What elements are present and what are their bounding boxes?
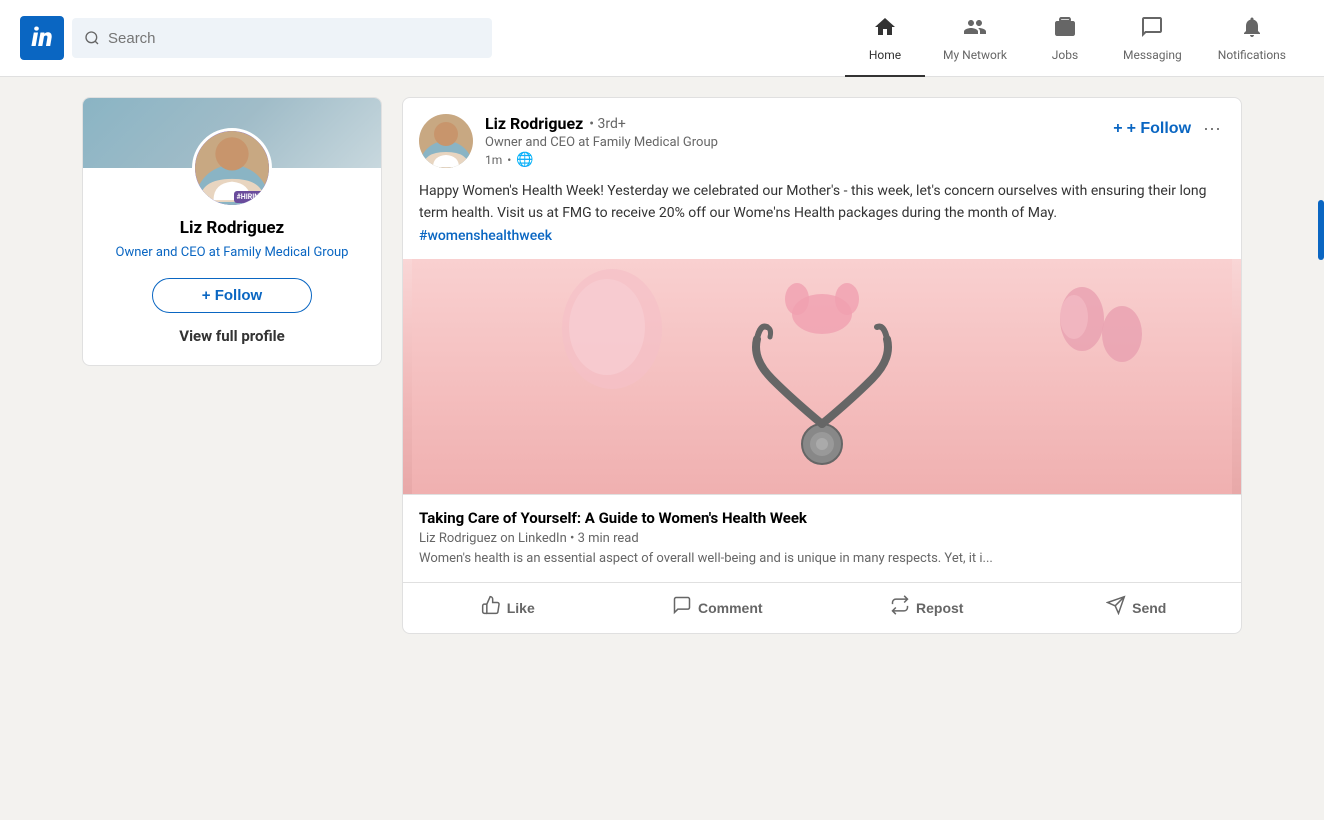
post-card: Liz Rodriguez • 3rd+ Owner and CEO at Fa… [402,97,1242,634]
hiring-badge: #HIRING [234,191,267,203]
profile-avatar-wrapper: #HIRING [83,128,381,208]
visibility-icon: 🌐 [516,152,533,168]
sidebar: #HIRING Liz Rodriguez Owner and CEO at F… [82,97,382,634]
post-time-row: 1m • 🌐 [485,152,1101,168]
like-icon [481,595,501,621]
nav-notifications-label: Notifications [1218,48,1286,62]
nav-item-home[interactable]: Home [845,0,925,77]
post-name-row: Liz Rodriguez • 3rd+ [485,114,1101,133]
nav-messaging-label: Messaging [1123,48,1182,62]
profile-name: Liz Rodriguez [83,218,381,238]
send-icon [1106,595,1126,621]
like-button[interactable]: Like [403,583,613,633]
article-preview[interactable]: Taking Care of Yourself: A Guide to Wome… [403,494,1241,582]
article-meta: Liz Rodriguez on LinkedIn • 3 min read [419,531,1225,546]
article-title: Taking Care of Yourself: A Guide to Wome… [419,509,1225,527]
post-author-avatar[interactable] [419,114,473,168]
post-follow-button[interactable]: + + Follow [1113,120,1191,138]
repost-icon [890,595,910,621]
nav-item-network[interactable]: My Network [925,0,1025,77]
follow-plus-icon: + [1113,120,1122,138]
post-body: Happy Women's Health Week! Yesterday we … [403,180,1241,259]
post-author-degree: • 3rd+ [589,116,626,132]
nav-network-label: My Network [943,48,1007,62]
post-text: Happy Women's Health Week! Yesterday we … [419,180,1225,247]
post-time: 1m [485,153,502,167]
comment-icon [672,595,692,621]
post-meta: Liz Rodriguez • 3rd+ Owner and CEO at Fa… [485,114,1101,168]
profile-card: #HIRING Liz Rodriguez Owner and CEO at F… [82,97,382,366]
nav-jobs-label: Jobs [1052,48,1078,62]
post-author-name: Liz Rodriguez [485,114,583,133]
search-bar[interactable] [72,18,492,58]
messaging-icon [1140,15,1164,44]
post-actions: + + Follow ··· [1113,114,1225,143]
network-icon [963,15,987,44]
nav-home-label: Home [869,48,901,62]
sidebar-follow-button[interactable]: + Follow [152,278,312,313]
home-icon [873,15,897,44]
post-more-button[interactable]: ··· [1199,114,1225,143]
article-excerpt: Women's health is an essential aspect of… [419,550,1225,568]
notifications-icon [1240,15,1264,44]
post-footer: Like Comment [403,582,1241,633]
send-button[interactable]: Send [1032,583,1242,633]
linkedin-logo[interactable]: in [20,16,64,60]
search-icon [84,30,100,46]
nav-center: Home My Network Jobs [845,0,1304,77]
main-container: #HIRING Liz Rodriguez Owner and CEO at F… [62,97,1262,634]
profile-title: Owner and CEO at Family Medical Group [83,244,381,262]
send-label: Send [1132,600,1166,616]
comment-button[interactable]: Comment [613,583,823,633]
post-header: Liz Rodriguez • 3rd+ Owner and CEO at Fa… [403,98,1241,180]
jobs-icon [1053,15,1077,44]
post-author-title: Owner and CEO at Family Medical Group [485,135,1101,150]
post-image-svg [412,259,1232,494]
logo-text: in [31,25,52,51]
post-time-dot: • [507,153,511,167]
nav-item-jobs[interactable]: Jobs [1025,0,1105,77]
repost-button[interactable]: Repost [822,583,1032,633]
post-follow-label: + Follow [1127,120,1191,138]
view-full-profile-link[interactable]: View full profile [83,327,381,345]
comment-label: Comment [698,600,763,616]
avatar: #HIRING [192,128,272,208]
nav-item-messaging[interactable]: Messaging [1105,0,1200,77]
post-hashtag[interactable]: #womenshealthweek [419,228,552,244]
like-label: Like [507,600,535,616]
feed: Liz Rodriguez • 3rd+ Owner and CEO at Fa… [402,97,1242,634]
scrollbar-accent [1318,200,1324,260]
nav-item-notifications[interactable]: Notifications [1200,0,1304,77]
post-image [403,259,1241,494]
navbar: in Home My Network [0,0,1324,77]
repost-label: Repost [916,600,963,616]
search-input[interactable] [108,30,480,47]
